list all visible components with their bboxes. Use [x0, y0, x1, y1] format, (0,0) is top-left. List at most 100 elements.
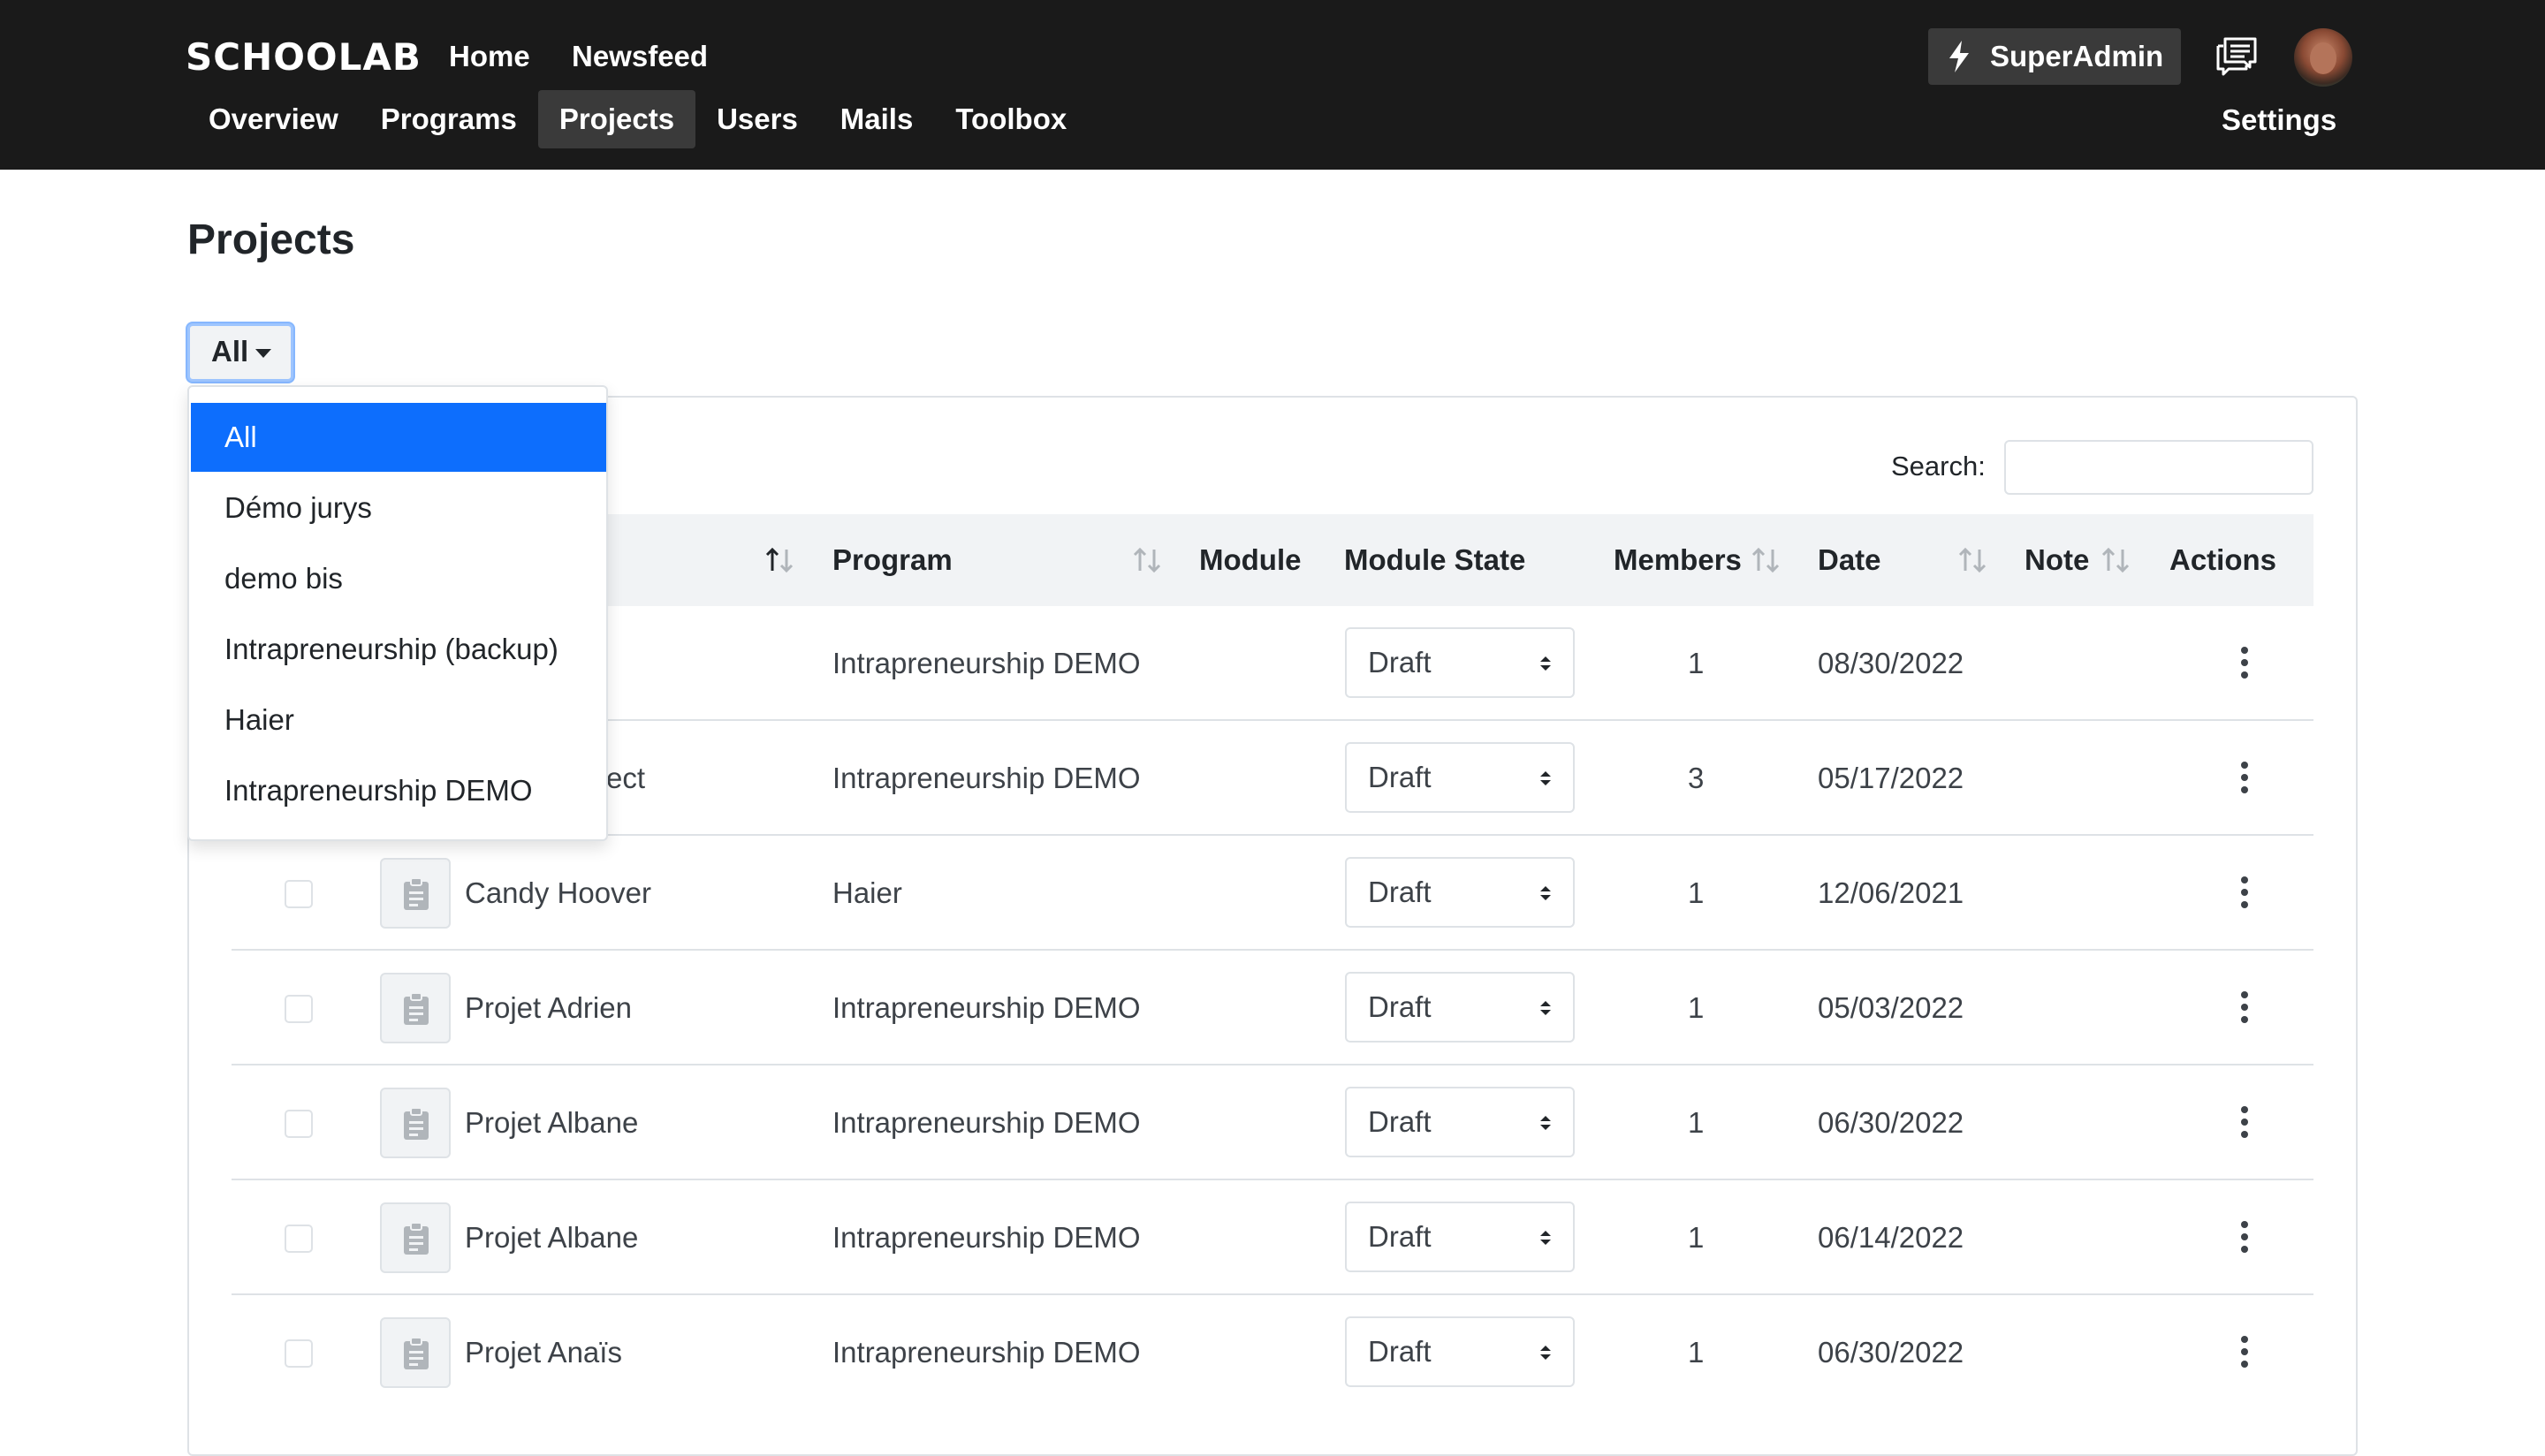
program-name: Intrapreneurship DEMO: [832, 991, 1141, 1024]
sort-icon[interactable]: [2098, 542, 2133, 578]
select-arrows-icon: [1540, 656, 1551, 671]
project-date: 05/03/2022: [1818, 991, 1964, 1024]
module-state-select[interactable]: Draft: [1345, 1202, 1575, 1272]
column-module-state: Module State: [1344, 543, 1526, 576]
filter-option-haier[interactable]: Haier: [191, 686, 606, 755]
project-date: 12/06/2021: [1818, 876, 1964, 909]
sort-icon[interactable]: [1955, 542, 1990, 578]
project-name[interactable]: Projet Anaïs: [465, 1295, 622, 1410]
kebab-menu-icon[interactable]: [2241, 876, 2248, 908]
filter-option-all[interactable]: All: [191, 403, 606, 472]
settings-link[interactable]: Settings: [2222, 101, 2336, 140]
table-row[interactable]: Projet Albane Intrapreneurship DEMO Draf…: [232, 1065, 2313, 1180]
kebab-menu-icon[interactable]: [2241, 762, 2248, 793]
row-checkbox[interactable]: [285, 995, 313, 1023]
module-state-select[interactable]: Draft: [1345, 857, 1575, 928]
members-count: 1: [1688, 991, 1705, 1024]
project-thumbnail: [380, 973, 451, 1043]
kebab-menu-icon[interactable]: [2241, 991, 2248, 1023]
module-state-select[interactable]: Draft: [1345, 1087, 1575, 1157]
project-thumbnail: [380, 1202, 451, 1273]
module-state-select[interactable]: Draft: [1345, 1316, 1575, 1387]
project-name[interactable]: Projet Albane: [465, 1180, 638, 1295]
table-row[interactable]: Projet Anaïs Intrapreneurship DEMO Draft…: [232, 1295, 2313, 1410]
program-name: Intrapreneurship DEMO: [832, 1336, 1141, 1369]
nav-projects[interactable]: Projects: [537, 90, 696, 148]
module-state-select[interactable]: Draft: [1345, 742, 1575, 813]
nav-mails[interactable]: Mails: [819, 90, 935, 148]
table-row[interactable]: Candy Hoover Haier Draft 1 12/06/2021: [232, 836, 2313, 951]
nav-home-link[interactable]: Home: [449, 37, 530, 76]
kebab-menu-icon[interactable]: [2241, 647, 2248, 679]
column-members[interactable]: Members: [1614, 514, 1742, 606]
kebab-menu-icon[interactable]: [2241, 1221, 2248, 1253]
module-state-value: Draft: [1368, 1105, 1432, 1138]
table-row[interactable]: Projet Albane Intrapreneurship DEMO Draf…: [232, 1180, 2313, 1295]
project-name[interactable]: Projet Albane: [465, 1065, 638, 1180]
project-date: 08/30/2022: [1818, 647, 1964, 679]
filter-option-demo-bis[interactable]: demo bis: [191, 544, 606, 613]
sort-icon[interactable]: [1129, 542, 1165, 578]
column-module: Module: [1199, 543, 1302, 576]
members-count: 1: [1688, 1336, 1705, 1369]
chat-icon[interactable]: [2215, 34, 2259, 78]
module-state-value: Draft: [1368, 990, 1432, 1023]
project-name[interactable]: Projet Adrien: [465, 951, 632, 1065]
program-filter-dropdown: All Démo jurys demo bis Intrapreneurship…: [187, 385, 608, 841]
project-date: 06/30/2022: [1818, 1106, 1964, 1139]
filter-option-demo-jurys[interactable]: Démo jurys: [191, 474, 606, 542]
select-arrows-icon: [1540, 1001, 1551, 1015]
sort-icon[interactable]: [762, 542, 797, 578]
main-nav: Overview Programs Projects Users Mails T…: [187, 90, 1088, 148]
superadmin-button[interactable]: SuperAdmin: [1928, 28, 2181, 85]
filter-option-intrapreneurship-backup[interactable]: Intrapreneurship (backup): [191, 615, 606, 684]
clipboard-icon: [404, 992, 429, 1025]
nav-users[interactable]: Users: [695, 90, 819, 148]
column-note[interactable]: Note: [2025, 514, 2089, 606]
search-input[interactable]: [2004, 440, 2313, 495]
table-row[interactable]: Projet Adrien Intrapreneurship DEMO Draf…: [232, 951, 2313, 1065]
clipboard-icon: [404, 1337, 429, 1369]
members-count: 1: [1688, 1106, 1705, 1139]
module-state-select[interactable]: Draft: [1345, 627, 1575, 698]
page-title: Projects: [187, 216, 355, 263]
members-count: 1: [1688, 1221, 1705, 1254]
project-thumbnail: [380, 1088, 451, 1158]
members-count: 1: [1688, 647, 1705, 679]
select-arrows-icon: [1540, 771, 1551, 785]
program-name: Intrapreneurship DEMO: [832, 1106, 1141, 1139]
module-state-select[interactable]: Draft: [1345, 972, 1575, 1043]
kebab-menu-icon[interactable]: [2241, 1106, 2248, 1138]
user-avatar[interactable]: [2294, 28, 2352, 87]
nav-newsfeed-link[interactable]: Newsfeed: [572, 37, 708, 76]
bolt-icon: [1949, 41, 1969, 72]
column-date[interactable]: Date: [1818, 514, 1881, 606]
project-date: 05/17/2022: [1818, 762, 1964, 794]
filter-option-intrapreneurship-demo[interactable]: Intrapreneurship DEMO: [191, 756, 606, 825]
row-checkbox[interactable]: [285, 1110, 313, 1138]
program-name: Intrapreneurship DEMO: [832, 647, 1141, 679]
row-checkbox[interactable]: [285, 1339, 313, 1368]
project-thumbnail: [380, 1317, 451, 1388]
program-filter-button[interactable]: All: [187, 323, 293, 382]
project-name[interactable]: ect: [606, 721, 645, 836]
row-checkbox[interactable]: [285, 1225, 313, 1253]
logo[interactable]: SCHOOLAB: [186, 35, 422, 80]
project-date: 06/14/2022: [1818, 1221, 1964, 1254]
nav-overview[interactable]: Overview: [187, 90, 360, 148]
clipboard-icon: [404, 1107, 429, 1140]
program-name: Intrapreneurship DEMO: [832, 762, 1141, 794]
kebab-menu-icon[interactable]: [2241, 1336, 2248, 1368]
nav-toolbox[interactable]: Toolbox: [934, 90, 1088, 148]
column-program[interactable]: Program: [832, 514, 953, 606]
filter-selected-label: All: [211, 335, 249, 368]
column-actions: Actions: [2169, 543, 2277, 576]
row-checkbox[interactable]: [285, 880, 313, 908]
select-arrows-icon: [1540, 1231, 1551, 1245]
sort-icon[interactable]: [1748, 542, 1783, 578]
select-arrows-icon: [1540, 886, 1551, 900]
project-thumbnail: [380, 858, 451, 929]
project-name[interactable]: Candy Hoover: [465, 836, 651, 951]
nav-programs[interactable]: Programs: [360, 90, 538, 148]
top-navbar: SCHOOLAB Home Newsfeed Overview Programs…: [0, 0, 2545, 170]
